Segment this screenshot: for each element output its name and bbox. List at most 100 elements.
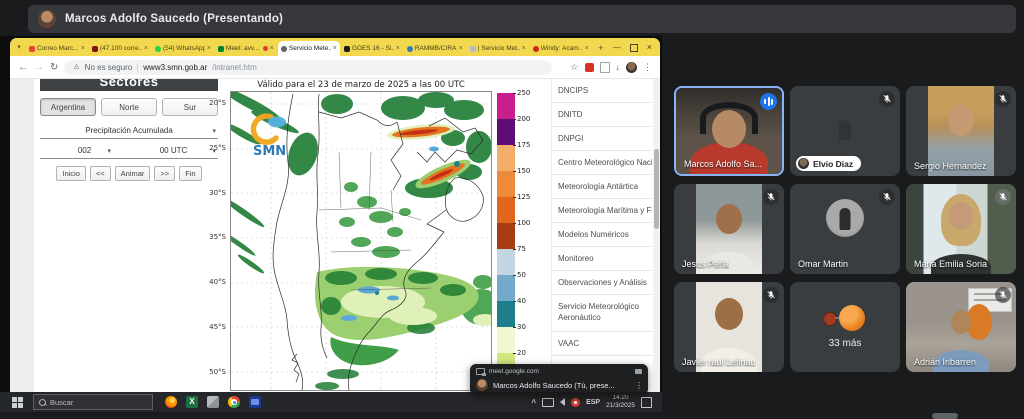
menu-item-monitoreo[interactable]: Monitoreo xyxy=(552,247,652,271)
menu-item-dnpgi[interactable]: DNPGI xyxy=(552,127,652,151)
taskbar-search-input[interactable]: Buscar xyxy=(33,394,153,410)
sectores-header: Sectores xyxy=(40,79,218,91)
close-icon[interactable]: × xyxy=(270,45,274,52)
forward-icon[interactable]: → xyxy=(34,62,44,73)
extension-icon[interactable] xyxy=(600,62,610,73)
fin-button[interactable]: Fin xyxy=(179,166,201,181)
download-icon[interactable]: ↓ xyxy=(616,62,621,72)
close-icon[interactable]: × xyxy=(459,45,463,52)
close-window-icon[interactable]: × xyxy=(647,43,652,52)
more-count-label: 33 más xyxy=(829,338,862,349)
pip-menu-icon[interactable]: ⋮ xyxy=(635,381,643,390)
search-icon xyxy=(39,399,46,406)
network-icon[interactable] xyxy=(542,398,554,407)
scrollbar-thumb[interactable] xyxy=(654,149,659,229)
meet-pip-overlay[interactable]: meet.google.com Marcos Adolfo Saucedo (T… xyxy=(470,364,648,395)
tab-whatsapp[interactable]: (54) WhatsApp × xyxy=(152,41,214,56)
participant-tile-elvio[interactable]: Elvio Diaz xyxy=(790,86,900,176)
participant-name: Adrián Iribarren xyxy=(914,357,976,367)
menu-item-aeronautico[interactable]: Servicio Meteorológico Aeronáutico xyxy=(552,295,652,332)
participant-tile-maria[interactable]: Maria Emilia Soria xyxy=(906,184,1016,274)
url-host: www3.smn.gob.ar xyxy=(143,63,207,72)
menu-item-dncips[interactable]: DNCIPS xyxy=(552,79,652,103)
tab-windy[interactable]: Windy: Acam... × xyxy=(530,41,592,56)
avatar xyxy=(826,199,864,237)
participant-tile-javier[interactable]: Javier raul Lefinau xyxy=(674,282,784,372)
tab-servicio2[interactable]: | Servicio Met... × xyxy=(467,41,529,56)
animar-button[interactable]: Animar xyxy=(115,166,151,181)
bookmark-star-icon[interactable]: ☆ xyxy=(570,62,578,73)
mic-off-icon xyxy=(879,189,895,205)
close-icon[interactable]: × xyxy=(81,45,85,52)
step-forward-button[interactable]: >> xyxy=(154,166,175,181)
language-indicator[interactable]: ESP xyxy=(586,399,600,406)
photos-app-icon[interactable] xyxy=(249,396,261,408)
back-icon[interactable]: ← xyxy=(18,62,28,73)
headphones xyxy=(700,102,758,134)
region-button-norte[interactable]: Norte xyxy=(101,98,157,116)
tab-meet[interactable]: Meet: avv... × xyxy=(215,41,277,56)
close-icon[interactable]: × xyxy=(207,45,211,52)
menu-item-antartica[interactable]: Meteorología Antártica xyxy=(552,175,652,199)
participant-tile-adrian[interactable]: Adrián Iribarren xyxy=(906,282,1016,372)
participant-tile-omar[interactable]: Omar Martin xyxy=(790,184,900,274)
tray-expand-icon[interactable]: ^ xyxy=(531,398,536,407)
tab-goes16[interactable]: GOES 16 - Si... × xyxy=(341,41,403,56)
minimize-icon[interactable]: — xyxy=(613,44,621,52)
speaking-indicator-icon xyxy=(760,93,777,110)
page-scrollbar[interactable] xyxy=(653,79,660,392)
tab-correo2[interactable]: (47.100 corre... × xyxy=(89,41,151,56)
profile-avatar[interactable] xyxy=(626,62,637,73)
url-field[interactable]: ⚠ No es seguro www3.smn.gob.ar/intranet.… xyxy=(64,60,552,75)
tab-search-icon[interactable]: ▾ xyxy=(14,43,24,53)
close-icon[interactable]: × xyxy=(585,45,589,52)
participant-tile-marcos[interactable]: Marcos Adolfo Sa... xyxy=(674,86,784,176)
close-icon[interactable]: × xyxy=(144,45,148,52)
menu-item-centro-meteorologico[interactable]: Centro Meteorológico Nacional xyxy=(552,151,652,175)
new-tab-button[interactable]: + xyxy=(595,42,607,54)
extension-icon[interactable] xyxy=(585,63,594,72)
excel-icon[interactable]: X xyxy=(186,396,198,408)
firefox-icon[interactable] xyxy=(165,396,177,408)
inicio-button[interactable]: Inicio xyxy=(56,166,86,181)
participant-name: Maria Emilia Soria xyxy=(914,259,987,269)
speaker-icon[interactable] xyxy=(560,398,565,406)
more-participants-tile[interactable]: 33 más xyxy=(790,282,900,372)
not-secure-label: No es seguro xyxy=(85,63,133,72)
close-icon[interactable]: × xyxy=(333,45,337,52)
close-icon[interactable]: × xyxy=(396,45,400,52)
browser-menu-icon[interactable]: ⋮ xyxy=(643,62,652,73)
step-select[interactable]: 002 ▾ xyxy=(40,145,129,159)
chrome-icon[interactable] xyxy=(228,396,240,408)
participant-tile-sergio[interactable]: Sergio Hernandez xyxy=(906,86,1016,176)
close-icon[interactable]: × xyxy=(522,45,526,52)
back-to-tab-icon[interactable] xyxy=(476,368,485,375)
participant-name: Marcos Adolfo Sa... xyxy=(684,159,762,169)
product-select[interactable]: Precipitación Acumulada ▾ xyxy=(40,125,218,139)
clock[interactable]: 14:20 21/3/2025 xyxy=(606,394,635,410)
step-back-button[interactable]: << xyxy=(90,166,111,181)
lat-label: 20°S xyxy=(204,99,226,107)
system-tray: ^ ESP 14:20 21/3/2025 xyxy=(531,394,662,410)
menu-item-maritima[interactable]: Meteorología Marítima y Fluvial xyxy=(552,199,652,223)
app-icon[interactable] xyxy=(207,396,219,408)
menu-item-vaac[interactable]: VAAC xyxy=(552,332,652,356)
maximize-icon[interactable] xyxy=(630,44,638,52)
participant-name: Sergio Hernandez xyxy=(914,161,987,171)
menu-item-dnitd[interactable]: DNITD xyxy=(552,103,652,127)
menu-item-observaciones[interactable]: Observaciones y Análisis xyxy=(552,271,652,295)
notification-center-icon[interactable] xyxy=(641,397,652,408)
reload-icon[interactable]: ↻ xyxy=(50,62,58,73)
tab-servicio-meteorologico[interactable]: Servicio Mete... × xyxy=(278,41,340,56)
mic-off-icon xyxy=(879,91,895,107)
participant-tile-jesus[interactable]: Jesus Peña xyxy=(674,184,784,274)
chevron-down-icon: ▾ xyxy=(107,146,111,158)
region-button-argentina[interactable]: Argentina xyxy=(40,98,96,116)
menu-item-modelos[interactable]: Modelos Numéricos xyxy=(552,223,652,247)
tray-app-icon[interactable] xyxy=(571,398,580,407)
search-placeholder: Buscar xyxy=(50,398,73,407)
tab-correo[interactable]: Correo Marc... × xyxy=(26,41,88,56)
pip-participant-row: Marcos Adolfo Saucedo (Tú, prese... ⋮ xyxy=(470,377,648,391)
tab-rammb[interactable]: RAMMB/CIRA... × xyxy=(404,41,466,56)
start-button[interactable] xyxy=(12,397,23,408)
